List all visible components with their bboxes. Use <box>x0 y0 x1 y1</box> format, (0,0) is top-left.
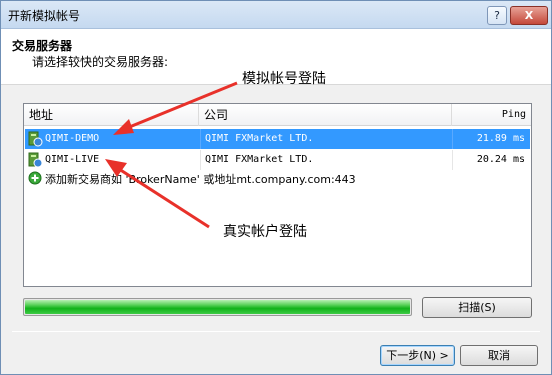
column-separator <box>452 129 453 149</box>
server-list[interactable]: 地址 公司 Ping QIMI-DEMO QIMI FXMarket LTD. … <box>23 103 532 287</box>
progress-fill <box>25 300 410 314</box>
title-bar[interactable]: 开新模拟帐号 ? X <box>1 1 551 29</box>
next-button[interactable]: 下一步(N) > <box>380 345 455 366</box>
column-separator <box>200 129 201 149</box>
window-title: 开新模拟帐号 <box>8 9 81 23</box>
footer-divider <box>12 331 540 332</box>
help-button[interactable]: ? <box>487 6 507 25</box>
annotation-demo-login: 模拟帐号登陆 <box>242 71 326 87</box>
header-subtitle: 请选择较快的交易服务器: <box>32 55 169 69</box>
column-header-ping[interactable]: Ping <box>452 104 531 126</box>
scan-button[interactable]: 扫描(S) <box>422 297 532 318</box>
add-broker-row[interactable]: 添加新交易商如 'BrokerName' 或地址mt.company.com:4… <box>25 170 530 188</box>
add-icon <box>28 171 42 185</box>
column-separator <box>200 150 201 170</box>
column-header-company[interactable]: 公司 <box>199 104 452 126</box>
column-separator <box>452 150 453 170</box>
server-company: QIMI FXMarket LTD. <box>205 133 314 144</box>
server-row-live[interactable]: QIMI-LIVE QIMI FXMarket LTD. 20.24 ms <box>25 150 530 170</box>
server-ping: 20.24 ms <box>476 154 525 165</box>
server-name: QIMI-DEMO <box>45 133 100 144</box>
list-header: 地址 公司 Ping <box>24 104 531 126</box>
column-header-address[interactable]: 地址 <box>24 104 199 126</box>
server-name: QIMI-LIVE <box>45 154 100 165</box>
server-row-demo[interactable]: QIMI-DEMO QIMI FXMarket LTD. 21.89 ms <box>25 129 530 149</box>
server-icon <box>28 152 43 168</box>
close-button[interactable]: X <box>510 6 548 25</box>
scan-progress-bar <box>23 298 412 316</box>
server-ping: 21.89 ms <box>476 133 525 144</box>
header-title: 交易服务器 <box>12 39 73 53</box>
server-company: QIMI FXMarket LTD. <box>205 154 314 165</box>
annotation-live-login: 真实帐户登陆 <box>223 224 307 240</box>
server-icon <box>28 131 43 147</box>
cancel-button[interactable]: 取消 <box>460 345 538 366</box>
dialog-window: 开新模拟帐号 ? X 交易服务器 请选择较快的交易服务器: 地址 公司 Ping… <box>0 0 552 375</box>
add-broker-text: 添加新交易商如 'BrokerName' 或地址mt.company.com:4… <box>45 173 356 186</box>
